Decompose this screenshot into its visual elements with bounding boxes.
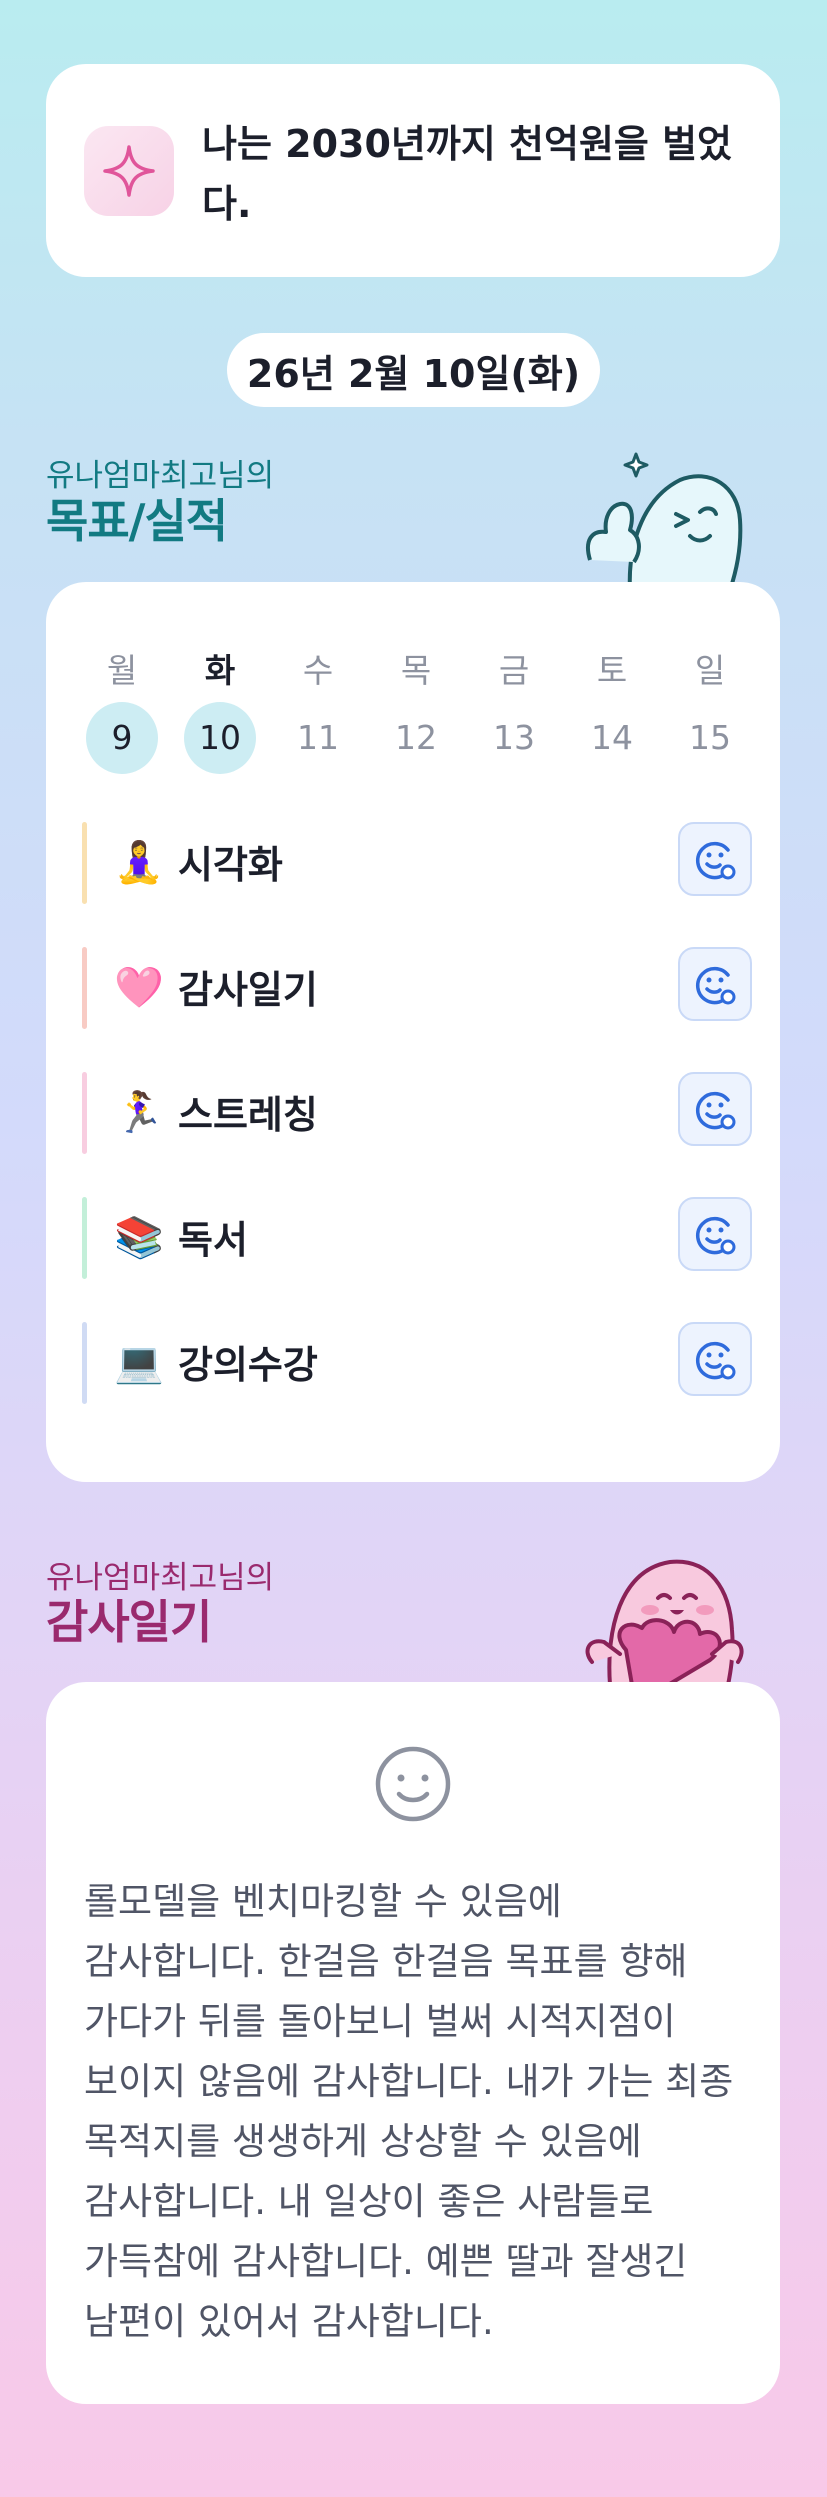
goal-text: 나는 2030년까지 천억원을 벌었다.	[202, 122, 733, 226]
habit-label: 스트레칭	[178, 1093, 318, 1137]
gratitude-entry-text: 롤모델을 벤치마킹할 수 있음에 감사합니다. 한걸음 한걸음 목표를 향해 가…	[84, 1880, 734, 2343]
habit-row[interactable]: 🩷 감사일기	[82, 947, 752, 1029]
weekday-label: 화	[204, 651, 236, 690]
habit-color-bar	[82, 1197, 87, 1279]
calendar-date[interactable]: 13	[474, 702, 554, 774]
habit-check-button[interactable]	[678, 822, 752, 896]
calendar-date[interactable]: 11	[278, 702, 358, 774]
habit-color-bar	[82, 822, 87, 904]
gratitude-card: 롤모델을 벤치마킹할 수 있음에 감사합니다. 한걸음 한걸음 목표를 향해 가…	[46, 1682, 780, 2404]
calendar-date[interactable]: 9	[86, 702, 158, 774]
weekday-label: 월	[106, 651, 138, 690]
gratitude-section-title: 감사일기	[46, 1595, 212, 1649]
habit-emoji-icon: 🧘‍♀️	[114, 840, 164, 886]
calendar-date[interactable]: 12	[376, 702, 456, 774]
calendar-date[interactable]: 10	[184, 702, 256, 774]
smiley-check-icon	[696, 841, 736, 880]
mascot-thumbs-up-illustration	[586, 452, 743, 590]
habit-label: 독서	[178, 1218, 248, 1262]
habit-label: 강의수강	[178, 1343, 318, 1387]
habit-row[interactable]: 🧘‍♀️ 시각화	[82, 822, 752, 904]
weekday-label: 토	[596, 651, 628, 690]
habit-row[interactable]: 📚 독서	[82, 1197, 752, 1279]
smiley-check-icon	[696, 1341, 736, 1380]
habit-row[interactable]: 🏃‍♀️ 스트레칭	[82, 1072, 752, 1154]
goals-section-title: 목표/실적	[46, 494, 228, 548]
habit-label: 시각화	[178, 843, 283, 887]
smiley-check-icon	[696, 1091, 736, 1130]
habit-emoji-icon: 🏃‍♀️	[114, 1090, 164, 1136]
sparkle-icon	[84, 126, 174, 216]
smiley-check-icon	[696, 1216, 736, 1255]
habit-color-bar	[82, 947, 87, 1029]
calendar-date[interactable]: 15	[670, 702, 750, 774]
habit-color-bar	[82, 1072, 87, 1154]
weekday-label: 일	[694, 651, 726, 690]
habit-check-button[interactable]	[678, 947, 752, 1021]
habit-check-button[interactable]	[678, 1197, 752, 1271]
habit-color-bar	[82, 1322, 87, 1404]
weekday-label: 금	[498, 651, 530, 690]
mascot-heart-illustration	[585, 1559, 744, 1685]
weekday-label: 수	[302, 651, 334, 690]
smiley-check-icon	[696, 966, 736, 1005]
habit-label: 감사일기	[178, 968, 318, 1012]
calendar-date[interactable]: 14	[572, 702, 652, 774]
habit-row[interactable]: 💻 강의수강	[82, 1322, 752, 1404]
habit-emoji-icon: 🩷	[114, 965, 164, 1011]
weekday-label: 목	[400, 651, 432, 690]
date-pill[interactable]: 26년 2월 10일(화)	[227, 333, 600, 407]
weekly-habits-card: 월 9 화 10 수 11 목 12 금 13 토 14 일 15 🧘‍♀️ 시각화 🩷 감사일기 🏃‍♀️ 스트레…	[46, 582, 780, 1482]
habit-check-button[interactable]	[678, 1322, 752, 1396]
habit-check-button[interactable]	[678, 1072, 752, 1146]
habit-emoji-icon: 💻	[114, 1340, 164, 1386]
habit-emoji-icon: 📚	[114, 1215, 164, 1261]
smiley-face-icon	[373, 1744, 453, 1828]
goal-card: 나는 2030년까지 천억원을 벌었다.	[46, 64, 780, 277]
